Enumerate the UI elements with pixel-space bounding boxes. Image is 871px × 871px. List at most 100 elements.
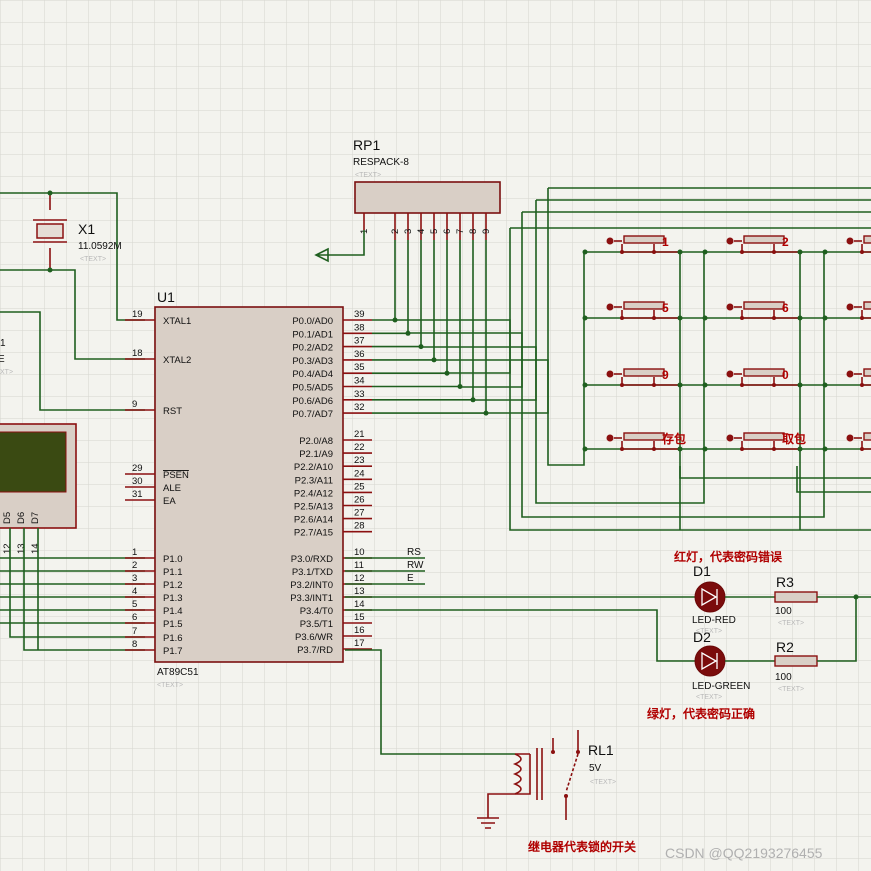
mcu-pin-name: P2.4/A12 — [294, 488, 333, 499]
mcu-pin-name: XTAL2 — [163, 355, 191, 366]
lcd-pin-num-13: 13 — [16, 543, 27, 554]
keypad-key-label: 6 — [782, 301, 789, 315]
mcu-pin-name: P0.5/AD5 — [292, 383, 333, 394]
mcu-pin-name: P0.6/AD6 — [292, 396, 333, 407]
lcd-partial-ghost: XT> — [0, 369, 13, 376]
led-d2-part: LED-GREEN — [692, 681, 750, 692]
mcu-pin-num: 33 — [354, 389, 365, 400]
mcu-pin-name: P0.7/AD7 — [292, 409, 333, 420]
mcu-pin-num: 8 — [132, 639, 137, 650]
mcu-pin-name: P2.5/A13 — [294, 502, 333, 513]
lcd-data-pin-d7: D7 — [30, 512, 41, 524]
mcu-u1[interactable]: U1 AT89C51 <TEXT> 19XTAL118XTAL29RST29PS… — [125, 289, 372, 689]
led-d1-part: LED-RED — [692, 615, 736, 626]
mcu-pin-name: P0.1/AD1 — [292, 329, 333, 340]
mcu-pin-num: 13 — [354, 586, 365, 597]
mcu-pin-num: 4 — [132, 586, 137, 597]
mcu-pin-num: 25 — [354, 481, 365, 492]
mcu-pin-num: 27 — [354, 508, 365, 519]
lcd-data-pin-d5: D5 — [2, 512, 13, 524]
mcu-pin-num: 11 — [354, 560, 364, 571]
mcu-part: AT89C51 — [157, 667, 199, 678]
mcu-pin-name: P2.0/A8 — [299, 436, 333, 447]
mcu-pin-name: P3.5/T1 — [300, 619, 333, 630]
grid-background — [0, 0, 871, 871]
mcu-pin-name: PSEN — [163, 470, 189, 481]
mcu-pin-name: P1.1 — [163, 567, 183, 578]
mcu-pin-num: 29 — [132, 463, 143, 474]
relay-placeholder: <TEXT> — [590, 779, 616, 786]
r2-placeholder: <TEXT> — [778, 686, 804, 693]
rp1-ref: RP1 — [353, 137, 380, 153]
r3-placeholder: <TEXT> — [778, 620, 804, 627]
rp1-pin-num: 9 — [481, 229, 492, 234]
led-d2-ref: D2 — [693, 629, 711, 645]
mcu-pin-name: P2.2/A10 — [294, 462, 333, 473]
lcd-side-letter: E — [0, 354, 5, 365]
mcu-ref: U1 — [157, 289, 175, 305]
mcu-pin-num: 7 — [132, 626, 137, 637]
relay-ref: RL1 — [588, 742, 614, 758]
mcu-pin-name: P0.4/AD4 — [292, 369, 333, 380]
mcu-pin-num: 23 — [354, 455, 365, 466]
mcu-pin-num: 28 — [354, 521, 365, 532]
mcu-pin-num: 16 — [354, 625, 365, 636]
rp1-part: RESPACK-8 — [353, 157, 409, 168]
ctrl-label-rw: RW — [407, 560, 424, 571]
keypad-key-label: 存包 — [661, 431, 686, 446]
mcu-pin-num: 2 — [132, 560, 137, 571]
mcu-pin-num: 37 — [354, 336, 365, 347]
watermark: CSDN @QQ2193276455 — [665, 845, 823, 861]
lcd-pin-num-14: 14 — [30, 543, 41, 554]
mcu-pin-num: 14 — [354, 599, 365, 610]
rp1-pin-num: 4 — [416, 229, 427, 234]
keypad-key-label: 5 — [662, 301, 669, 315]
mcu-pin-name: P2.7/A15 — [294, 528, 333, 539]
schematic-canvas: X1 11.0592M <TEXT> 1 E XT> D5 D6 D7 12 1… — [0, 0, 871, 871]
r3-ref: R3 — [776, 574, 794, 590]
mcu-pin-name: P3.7/RD — [297, 645, 333, 656]
mcu-pin-num: 3 — [132, 573, 137, 584]
mcu-pin-num: 38 — [354, 322, 365, 333]
mcu-pin-num: 24 — [354, 468, 365, 479]
mcu-pin-num: 5 — [132, 599, 137, 610]
mcu-pin-num: 19 — [132, 309, 143, 320]
mcu-pin-name: P1.6 — [163, 633, 183, 644]
mcu-pin-name: P3.6/WR — [295, 632, 333, 643]
rp1-pin-num: 5 — [429, 229, 440, 234]
mcu-pin-name: P0.2/AD2 — [292, 343, 333, 354]
keypad-key-label: 取包 — [782, 431, 806, 446]
rp1-pin-num: 6 — [442, 229, 453, 234]
mcu-pin-num: 12 — [354, 573, 365, 584]
mcu-pin-name: P2.3/A11 — [295, 475, 333, 486]
mcu-pin-num: 34 — [354, 376, 365, 387]
led-d1-ref: D1 — [693, 563, 711, 579]
mcu-pin-num: 31 — [132, 489, 143, 500]
keypad-key-label: 0 — [782, 368, 789, 382]
mcu-pin-name: P2.1/A9 — [299, 449, 333, 460]
mcu-pin-name: ALE — [163, 483, 181, 494]
rp1-pin-num: 8 — [468, 229, 479, 234]
keypad-key-label: 2 — [782, 235, 789, 249]
mcu-pin-name: P1.7 — [163, 646, 183, 657]
mcu-pin-num: 30 — [132, 476, 143, 487]
relay-value: 5V — [589, 763, 602, 774]
crystal-ref: X1 — [78, 221, 95, 237]
rp1-text-placeholder: <TEXT> — [355, 172, 381, 179]
crystal-text-placeholder: <TEXT> — [80, 256, 106, 263]
mcu-pin-name: P1.4 — [163, 606, 183, 617]
mcu-pin-num: 22 — [354, 442, 365, 453]
keypad-key-label: 9 — [662, 368, 669, 382]
mcu-pin-name: P3.1/TXD — [292, 567, 333, 578]
ctrl-label-e: E — [407, 573, 414, 584]
keypad-key-label: 1 — [662, 235, 669, 249]
rp1-pin-num: 7 — [455, 229, 466, 234]
mcu-pin-name: P1.3 — [163, 593, 183, 604]
mcu-pin-name: RST — [163, 406, 182, 417]
mcu-pin-name: P3.3/INT1 — [290, 593, 333, 604]
mcu-pin-name: EA — [163, 496, 176, 507]
mcu-pin-num: 17 — [354, 638, 365, 649]
mcu-pin-num: 35 — [354, 362, 365, 373]
mcu-pin-num: 39 — [354, 309, 365, 320]
mcu-pin-num: 6 — [132, 612, 137, 623]
